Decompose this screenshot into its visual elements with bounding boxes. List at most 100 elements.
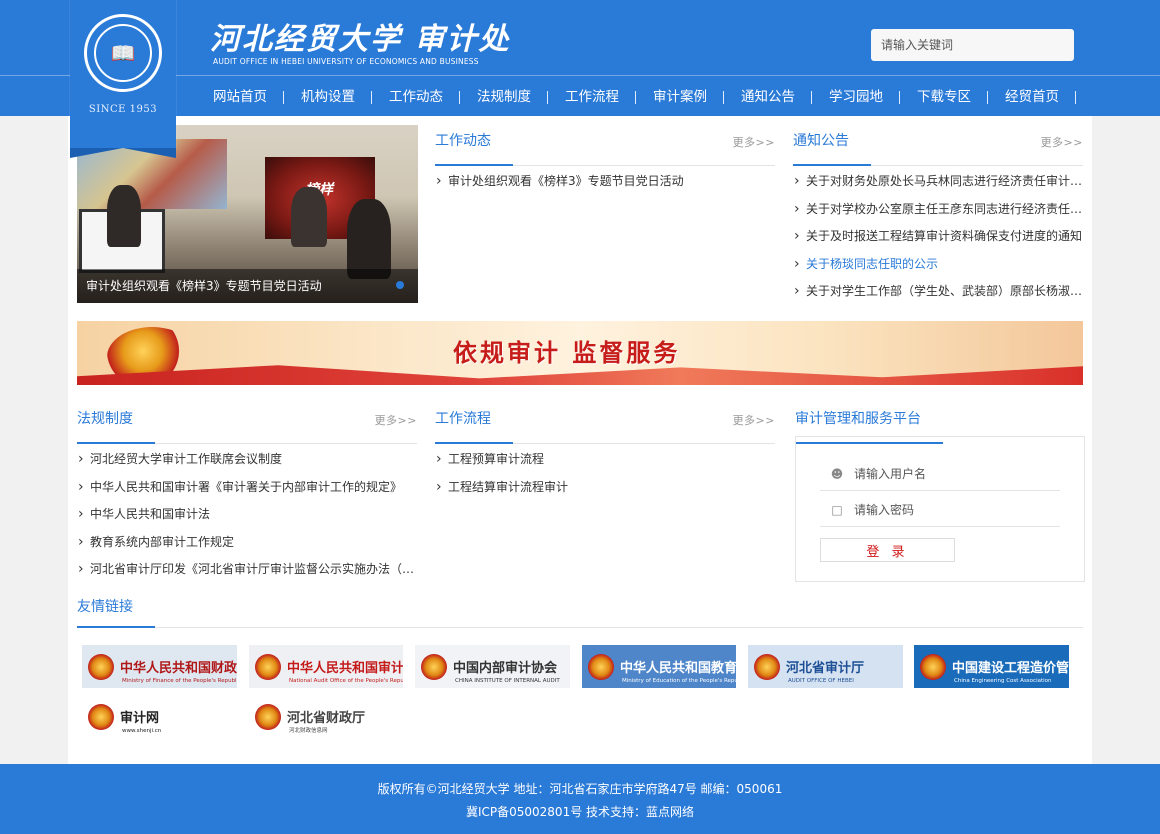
- list-item[interactable]: 关于及时报送工程结算审计资料确保支付进度的通知: [794, 223, 1084, 251]
- emblem-icon: [421, 653, 447, 680]
- friend-link-subtitle: China Engineering Cost Association: [954, 678, 1052, 684]
- nav-item[interactable]: 法规制度: [460, 77, 548, 117]
- work-news-more-link[interactable]: 更多>>: [733, 134, 775, 150]
- regulations-list: 河北经贸大学审计工作联席会议制度中华人民共和国审计署《审计署关于内部审计工作的规…: [78, 446, 416, 584]
- list-item[interactable]: 教育系统内部审计工作规定: [78, 529, 416, 557]
- username-input[interactable]: [854, 466, 1044, 481]
- notices-list: 关于对财务处原处长马兵林同志进行经济责任审计的公示关于对学校办公室原主任王彦东同…: [794, 168, 1084, 306]
- work-news-title[interactable]: 工作动态: [435, 124, 513, 166]
- friend-link-name: 中华人民共和国教育部: [620, 661, 736, 676]
- emblem-icon: [255, 653, 281, 680]
- friend-link-subtitle: CHINA INSTITUTE OF INTERNAL AUDIT: [455, 678, 560, 684]
- login-button[interactable]: 登 录: [820, 538, 955, 562]
- links-header: 友情链接: [77, 594, 1083, 628]
- footer-icp: 冀ICP备05002801号 技术支持：蓝点网络: [465, 805, 695, 819]
- banner-slogan: 依规审计 监督服务: [453, 339, 681, 367]
- seal-book-icon: 📖: [94, 24, 152, 82]
- university-seal-icon: 📖: [84, 14, 162, 92]
- user-icon: ☻: [830, 466, 844, 481]
- nav-item[interactable]: 审计案例: [636, 77, 724, 117]
- friend-link-subtitle: AUDIT OFFICE OF HEBEI: [788, 678, 854, 684]
- friend-link-tile[interactable]: 中华人民共和国财政部 Ministry of Finance of the Peo…: [82, 645, 237, 688]
- friend-link-name: 河北省财政厅: [287, 711, 366, 726]
- emblem-icon: [588, 653, 614, 680]
- slide-caption[interactable]: 审计处组织观看《榜样3》专题节目党日活动: [77, 269, 418, 303]
- list-item[interactable]: 关于杨琰同志任职的公示: [794, 251, 1084, 279]
- search-input[interactable]: [871, 29, 1074, 61]
- friend-link-tile[interactable]: 中华人民共和国教育部 Ministry of Education of the P…: [582, 645, 736, 688]
- friend-link-name: 审计网: [120, 711, 160, 726]
- work-news-list: 审计处组织观看《榜样3》专题节目党日活动: [436, 168, 776, 196]
- list-item[interactable]: 河北省审计厅印发《河北省审计厅审计监督公示实施办法（试行）》: [78, 556, 416, 584]
- nav-item[interactable]: 下载专区: [900, 77, 988, 117]
- regulations-header: 法规制度 更多>>: [77, 402, 417, 444]
- friend-link-tile[interactable]: 河北省财政厅河北财政信息网: [249, 695, 403, 738]
- emblem-icon: [754, 653, 780, 680]
- workflow-more-link[interactable]: 更多>>: [733, 412, 775, 428]
- logo-ribbon[interactable]: 📖 SINCE 1953: [70, 0, 176, 158]
- workflow-header: 工作流程 更多>>: [435, 402, 775, 444]
- slide-person: [347, 199, 391, 279]
- list-item[interactable]: 关于对学校办公室原主任王彦东同志进行经济责任审计的公示: [794, 196, 1084, 224]
- friend-link-subtitle: 河北财政信息网: [289, 728, 328, 734]
- friend-link-tile[interactable]: 审计网 www.shenji.cn: [82, 695, 237, 738]
- since-label: SINCE 1953: [88, 104, 158, 115]
- friend-link-subtitle: National Audit Office of the People's Re…: [289, 678, 403, 684]
- nav-item[interactable]: 工作流程: [548, 77, 636, 117]
- friend-link-name: 河北省审计厅: [786, 661, 865, 676]
- friend-link-tile[interactable]: 中华人民共和国审计署 National Audit Office of the P…: [249, 645, 403, 688]
- main-nav: 网站首页 机构设置 工作动态 法规制度 工作流程 审计案例 通知公告 学习园地 下载专区 经贸首页: [196, 77, 1076, 117]
- slogan-banner: 依规审计 监督服务: [77, 321, 1083, 385]
- workflow-list: 工程预算审计流程工程结算审计流程审计: [436, 446, 776, 501]
- list-item[interactable]: 中华人民共和国审计署《审计署关于内部审计工作的规定》: [78, 474, 416, 502]
- list-item[interactable]: 工程结算审计流程审计: [436, 474, 776, 502]
- friend-link-name: 中国建设工程造价管理协会: [952, 661, 1069, 676]
- regulations-more-link[interactable]: 更多>>: [375, 412, 417, 428]
- list-item[interactable]: 河北经贸大学审计工作联席会议制度: [78, 446, 416, 474]
- emblem-icon: [88, 703, 114, 730]
- workflow-title[interactable]: 工作流程: [435, 402, 513, 444]
- lock-icon: □: [831, 502, 843, 517]
- emblem-icon: [88, 653, 114, 680]
- notices-title[interactable]: 通知公告: [793, 124, 871, 166]
- list-item[interactable]: 关于对财务处原处长马兵林同志进行经济责任审计的公示: [794, 168, 1084, 196]
- friend-link-tile[interactable]: 中国内部审计协会 CHINA INSTITUTE OF INTERNAL AUDI…: [415, 645, 570, 688]
- password-field-row: □: [820, 493, 1060, 527]
- friend-link-name: 中华人民共和国审计署: [287, 661, 403, 676]
- links-title: 友情链接: [77, 594, 155, 628]
- emblem-icon: [920, 653, 946, 680]
- nav-item[interactable]: 网站首页: [196, 77, 284, 117]
- site-title[interactable]: 河北经贸大学 审计处: [210, 14, 510, 58]
- friend-link-subtitle: Ministry of Finance of the People's Repu…: [122, 678, 237, 684]
- site-subtitle: AUDIT OFFICE IN HEBEI UNIVERSITY OF ECON…: [213, 57, 479, 66]
- list-item[interactable]: 工程预算审计流程: [436, 446, 776, 474]
- friend-link-subtitle: www.shenji.cn: [122, 728, 162, 734]
- login-form: ☻ □ 登 录: [795, 436, 1085, 582]
- friend-link-tile[interactable]: 中国建设工程造价管理协会 China Engineering Cost Assoc…: [914, 645, 1069, 688]
- notices-more-link[interactable]: 更多>>: [1041, 134, 1083, 150]
- nav-item[interactable]: 工作动态: [372, 77, 460, 117]
- list-item[interactable]: 审计处组织观看《榜样3》专题节目党日活动: [436, 168, 776, 196]
- nav-item[interactable]: 经贸首页: [988, 77, 1076, 117]
- friend-link-tile[interactable]: 河北省审计厅 AUDIT OFFICE OF HEBEI: [748, 645, 903, 688]
- friend-link-name: 中国内部审计协会: [453, 661, 558, 676]
- work-news-header: 工作动态 更多>>: [435, 124, 775, 166]
- friend-link-name: 中华人民共和国财政部: [120, 661, 237, 676]
- nav-item[interactable]: 学习园地: [812, 77, 900, 117]
- main-content: 榜样 审计处组织观看《榜样3》专题节目党日活动 工作动态 更多>> 审计处组织观…: [68, 116, 1092, 764]
- nav-item[interactable]: 机构设置: [284, 77, 372, 117]
- site-footer: 版权所有©河北经贸大学 地址：河北省石家庄市学府路47号 邮编：050061 冀…: [0, 764, 1160, 834]
- regulations-title[interactable]: 法规制度: [77, 402, 155, 444]
- list-item[interactable]: 中华人民共和国审计法: [78, 501, 416, 529]
- password-input[interactable]: [854, 502, 1044, 517]
- slide-person: [291, 187, 327, 247]
- emblem-icon: [255, 703, 281, 730]
- slide-indicator-dot[interactable]: [396, 281, 404, 289]
- nav-item[interactable]: 通知公告: [724, 77, 812, 117]
- username-field-row: ☻: [820, 457, 1060, 491]
- notices-header: 通知公告 更多>>: [793, 124, 1083, 166]
- friend-link-subtitle: Ministry of Education of the People's Re…: [622, 678, 736, 684]
- slide-person: [107, 185, 141, 247]
- list-item[interactable]: 关于对学生工作部（学生处、武装部）原部长杨淑珍同志进行经济责任审计的公示: [794, 278, 1084, 306]
- footer-copyright: 版权所有©河北经贸大学 地址：河北省石家庄市学府路47号 邮编：050061: [377, 782, 783, 796]
